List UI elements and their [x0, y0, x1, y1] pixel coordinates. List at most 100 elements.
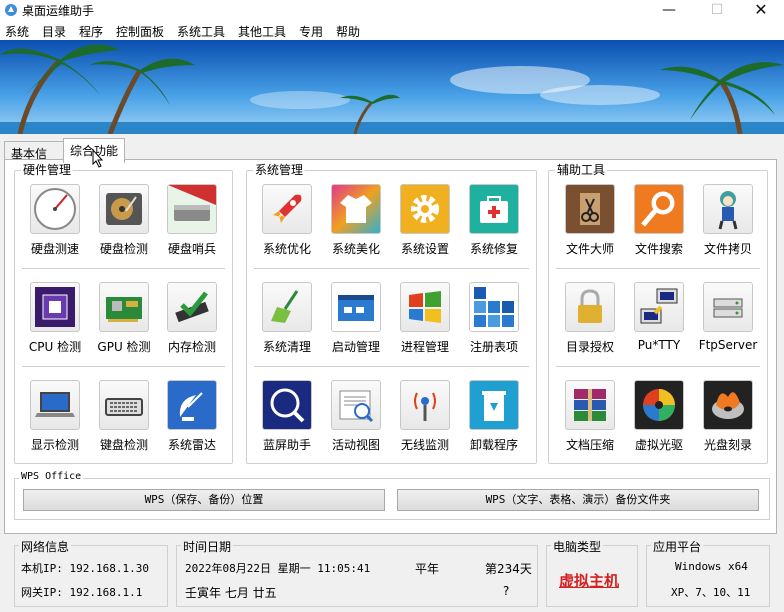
tool-system-radar[interactable]: 系统雷达	[160, 380, 224, 460]
cpu-icon	[30, 282, 80, 332]
tool-keyboard-check[interactable]: 键盘检测	[92, 380, 156, 460]
system-group-title: 系统管理	[253, 163, 306, 177]
menu-programs[interactable]: 程序	[79, 23, 103, 40]
tool-startup-manager[interactable]: 启动管理	[324, 282, 388, 362]
current-datetime: 2022年08月22日 星期一 11:05:41	[185, 562, 371, 575]
menu-system-tools[interactable]: 系统工具	[177, 23, 225, 40]
tool-system-clean[interactable]: 系统清理	[255, 282, 319, 362]
computer-type-value[interactable]: 虚拟主机	[559, 570, 619, 591]
scissors-file-icon	[565, 184, 615, 234]
menu-special[interactable]: 专用	[299, 23, 323, 40]
bluescreen-search-icon	[262, 380, 312, 430]
tool-system-beautify[interactable]: 系统美化	[324, 184, 388, 264]
tool-label: 系统雷达	[167, 438, 216, 452]
wps-office-group: WPS Office WPS（保存、备份）位置 WPS（文字、表格、演示）备份文…	[14, 471, 770, 520]
magnifier-icon	[634, 184, 684, 234]
gpu-card-icon	[99, 282, 149, 332]
separator	[254, 268, 529, 269]
tool-ftp-server[interactable]: FtpServer	[696, 282, 760, 362]
gateway-ip: 网关IP: 192.168.1.1	[21, 586, 143, 599]
tool-system-settings[interactable]: 系统设置	[393, 184, 457, 264]
menu-system[interactable]: 系统	[5, 23, 29, 40]
separator	[556, 268, 760, 269]
separator	[254, 366, 529, 367]
hardware-group-title: 硬件管理	[21, 163, 74, 177]
day-of-year: 第234天	[485, 562, 532, 576]
maximize-button[interactable]: ☐	[694, 0, 740, 20]
tool-disk-speed[interactable]: 硬盘测速	[23, 184, 87, 264]
menu-control-panel[interactable]: 控制面板	[116, 23, 164, 40]
tool-display-check[interactable]: 显示检测	[23, 380, 87, 460]
tool-label: FtpServer	[698, 338, 758, 352]
tool-file-search[interactable]: 文件搜索	[627, 184, 691, 264]
tool-registry-items[interactable]: 注册表项	[462, 282, 526, 362]
laptop-icon	[30, 380, 80, 430]
putty-icon	[634, 282, 684, 332]
archive-books-icon	[565, 380, 615, 430]
tool-doc-compress[interactable]: 文档压缩	[558, 380, 622, 460]
wps-save-location-button[interactable]: WPS（保存、备份）位置	[23, 489, 385, 511]
registry-grid-icon	[469, 282, 519, 332]
platform-line1: Windows x64	[675, 560, 748, 573]
tool-system-optimize[interactable]: 系统优化	[255, 184, 319, 264]
lock-icon	[565, 282, 615, 332]
wps-backup-folder-button[interactable]: WPS（文字、表格、演示）备份文件夹	[397, 489, 759, 511]
tool-virtual-drive[interactable]: 虚拟光驱	[627, 380, 691, 460]
separator	[22, 366, 225, 367]
separator	[22, 268, 225, 269]
tool-disk-check[interactable]: 硬盘检测	[92, 184, 156, 264]
network-info-box: 网络信息 本机IP: 192.168.1.30 网关IP: 192.168.1.…	[14, 538, 168, 607]
tshirt-icon	[331, 184, 381, 234]
platform-box: 应用平台 Windows x64 XP、7、10、11	[646, 538, 770, 607]
tool-label: 系统修复	[469, 242, 518, 256]
burn-disc-icon	[703, 380, 753, 430]
tool-file-master[interactable]: 文件大师	[558, 184, 622, 264]
separator	[556, 366, 760, 367]
app-icon	[5, 4, 17, 16]
menu-directory[interactable]: 目录	[42, 23, 66, 40]
platform-line2: XP、7、10、11	[671, 586, 751, 599]
title-bar: 桌面运维助手 — ☐ ✕	[0, 0, 784, 20]
activity-view-icon	[331, 380, 381, 430]
memory-check-icon	[167, 282, 217, 332]
startup-window-icon	[331, 282, 381, 332]
tool-system-repair[interactable]: 系统修复	[462, 184, 526, 264]
year-type: 平年	[415, 562, 440, 576]
tool-label: 卸载程序	[469, 438, 518, 452]
tool-label: 文件拷贝	[703, 242, 752, 256]
tool-bluescreen-helper[interactable]: 蓝屏助手	[255, 380, 319, 460]
tool-file-copy[interactable]: 文件拷贝	[696, 184, 760, 264]
tool-uninstall[interactable]: 卸载程序	[462, 380, 526, 460]
computer-type-title: 电脑类型	[551, 538, 604, 555]
tool-gpu-check[interactable]: GPU 检测	[92, 282, 156, 362]
local-ip: 本机IP: 192.168.1.30	[21, 562, 149, 575]
close-button[interactable]: ✕	[738, 0, 784, 20]
tool-wireless-monitor[interactable]: 无线监测	[393, 380, 457, 460]
tool-cpu-check[interactable]: CPU 检测	[23, 282, 87, 362]
tool-label: 注册表项	[469, 340, 518, 354]
tool-disk-sentinel[interactable]: 硬盘哨兵	[160, 184, 224, 264]
tool-process-manager[interactable]: 进程管理	[393, 282, 457, 362]
menu-other-tools[interactable]: 其他工具	[238, 23, 286, 40]
tool-disc-burn[interactable]: 光盘刻录	[696, 380, 760, 460]
aux-group-title: 辅助工具	[555, 163, 608, 177]
tool-memory-check[interactable]: 内存检测	[160, 282, 224, 362]
virtual-drive-icon	[634, 380, 684, 430]
tool-putty[interactable]: Pu*TTY	[627, 282, 691, 362]
rocket-icon	[262, 184, 312, 234]
tool-label: 内存检测	[167, 340, 216, 354]
recycle-bin-icon	[469, 380, 519, 430]
info-question-mark[interactable]: ?	[503, 584, 509, 598]
datetime-title: 时间日期	[181, 538, 234, 555]
gear-icon	[400, 184, 450, 234]
minimize-button[interactable]: —	[646, 0, 692, 20]
lunar-date: 壬寅年 七月 廿五	[185, 586, 277, 600]
header-banner	[0, 40, 784, 134]
tool-dir-permission[interactable]: 目录授权	[558, 282, 622, 362]
anime-character-icon	[703, 184, 753, 234]
keyboard-icon	[99, 380, 149, 430]
tool-activity-view[interactable]: 活动视图	[324, 380, 388, 460]
first-aid-icon	[469, 184, 519, 234]
menu-help[interactable]: 帮助	[336, 23, 360, 40]
network-info-title: 网络信息	[19, 538, 72, 555]
